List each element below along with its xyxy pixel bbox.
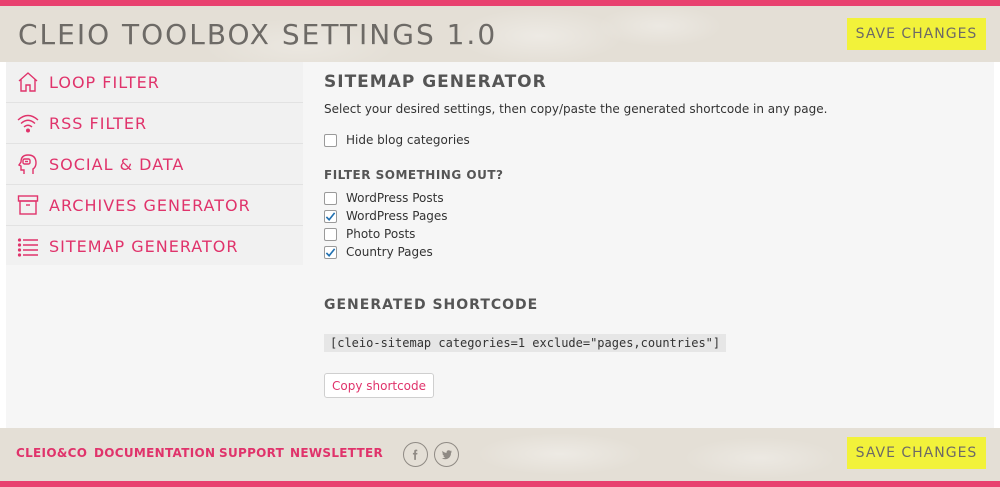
sidebar-item-sitemap-generator[interactable]: SITEMAP GENERATOR xyxy=(6,226,303,267)
archive-box-icon xyxy=(15,192,41,218)
checkmark-icon xyxy=(325,247,336,257)
sidebar-item-label: SITEMAP GENERATOR xyxy=(49,237,239,256)
checkbox-label: Photo Posts xyxy=(346,227,416,241)
filter-photo-posts-checkbox[interactable] xyxy=(324,227,337,241)
footer-link-cleioco[interactable]: CLEIO&CO xyxy=(16,446,87,460)
checkmark-icon xyxy=(325,211,336,221)
wifi-icon xyxy=(15,110,41,136)
checkbox-label: Country Pages xyxy=(346,245,433,259)
section-title: SITEMAP GENERATOR xyxy=(324,72,547,92)
twitter-icon[interactable] xyxy=(434,442,459,467)
settings-page: CLEIO TOOLBOX SETTINGS 1.0 SAVE CHANGES … xyxy=(0,0,1000,487)
sidebar-item-label: SOCIAL & DATA xyxy=(49,154,185,174)
sidebar-item-rss-filter[interactable]: RSS FILTER xyxy=(6,103,303,144)
header: CLEIO TOOLBOX SETTINGS 1.0 SAVE CHANGES xyxy=(0,6,1000,62)
list-icon xyxy=(15,234,41,260)
sidebar-item-label: LOOP FILTER xyxy=(49,72,160,92)
main-panel: SITEMAP GENERATOR Select your desired se… xyxy=(324,62,984,428)
sidebar-item-archives-generator[interactable]: ARCHIVES GENERATOR xyxy=(6,185,303,226)
checkbox-label: Hide blog categories xyxy=(346,133,470,147)
sidebar: LOOP FILTER RSS FILTER SOCIAL & DATA ARC… xyxy=(6,62,303,265)
sidebar-item-label: ARCHIVES GENERATOR xyxy=(49,195,251,215)
footer-link-newsletter[interactable]: NEWSLETTER xyxy=(290,446,383,460)
filter-wordpress-pages-checkbox[interactable] xyxy=(324,209,337,223)
footer-link-support[interactable]: SUPPORT xyxy=(219,446,284,460)
footer-link-documentation[interactable]: DOCUMENTATION xyxy=(94,446,215,460)
filter-photo-posts-row[interactable]: Photo Posts xyxy=(324,227,415,241)
filter-wordpress-posts-row[interactable]: WordPress Posts xyxy=(324,191,444,205)
checkbox-label: WordPress Pages xyxy=(346,209,448,223)
filter-wordpress-pages-row[interactable]: WordPress Pages xyxy=(324,209,448,223)
filter-country-pages-checkbox[interactable] xyxy=(324,245,337,259)
checkbox-label: WordPress Posts xyxy=(346,191,444,205)
sidebar-item-label: RSS FILTER xyxy=(49,113,148,133)
copy-shortcode-button[interactable]: Copy shortcode xyxy=(324,373,434,398)
content-area: LOOP FILTER RSS FILTER SOCIAL & DATA ARC… xyxy=(6,62,994,428)
save-changes-button-top[interactable]: SAVE CHANGES xyxy=(847,18,986,50)
shortcode-output[interactable]: [cleio-sitemap categories=1 exclude="pag… xyxy=(324,334,727,352)
facebook-icon[interactable] xyxy=(403,442,428,467)
footer: CLEIO&CO DOCUMENTATION SUPPORT NEWSLETTE… xyxy=(0,428,1000,481)
hide-categories-checkbox[interactable] xyxy=(324,133,337,147)
sidebar-item-social-data[interactable]: SOCIAL & DATA xyxy=(6,144,303,185)
home-icon xyxy=(15,69,41,95)
section-description: Select your desired settings, then copy/… xyxy=(324,102,828,116)
hide-categories-checkbox-row[interactable]: Hide blog categories xyxy=(324,133,470,147)
generated-shortcode-heading: GENERATED SHORTCODE xyxy=(324,297,539,313)
page-title: CLEIO TOOLBOX SETTINGS 1.0 xyxy=(18,18,498,51)
filter-wordpress-posts-checkbox[interactable] xyxy=(324,191,337,205)
bottom-accent-stripe xyxy=(0,481,1000,487)
sidebar-item-loop-filter[interactable]: LOOP FILTER xyxy=(6,62,303,103)
filter-heading: FILTER SOMETHING OUT? xyxy=(324,168,504,182)
save-changes-button-bottom[interactable]: SAVE CHANGES xyxy=(847,437,986,469)
filter-country-pages-row[interactable]: Country Pages xyxy=(324,245,433,259)
head-chat-icon xyxy=(15,151,41,177)
